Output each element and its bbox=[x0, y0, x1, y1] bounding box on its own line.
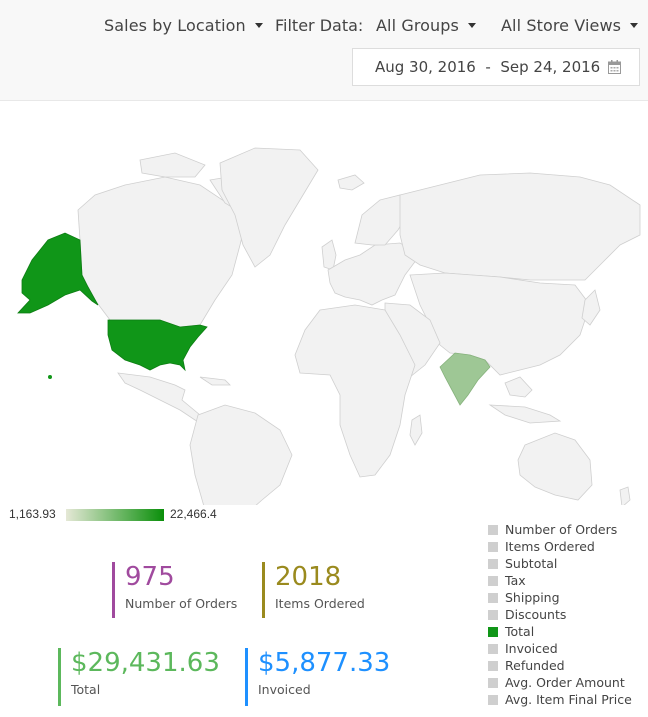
stat-invoiced: $5,877.33 Invoiced bbox=[245, 648, 390, 706]
legend-item[interactable]: Avg. Order Amount bbox=[488, 674, 632, 691]
country-russia[interactable] bbox=[399, 172, 641, 281]
calendar-icon bbox=[608, 60, 621, 78]
chevron-down-icon bbox=[630, 23, 639, 28]
legend-label: Subtotal bbox=[505, 556, 558, 571]
color-scale: 1,163.93 22,466.4 bbox=[0, 505, 240, 525]
legend-item[interactable]: Tax bbox=[488, 572, 632, 589]
legend-swatch bbox=[488, 610, 498, 620]
group-select-label: All Groups bbox=[376, 16, 459, 35]
country-india[interactable] bbox=[439, 352, 491, 406]
legend-item[interactable]: Number of Orders bbox=[488, 521, 632, 538]
legend-label: Invoiced bbox=[505, 641, 558, 656]
date-from: Aug 30, 2016 bbox=[375, 58, 476, 76]
legend-item[interactable]: Avg. Item Final Price bbox=[488, 691, 632, 708]
date-range-picker[interactable]: Aug 30, 2016 - Sep 24, 2016 bbox=[352, 48, 640, 86]
legend-swatch bbox=[488, 661, 498, 671]
country-united-states[interactable] bbox=[107, 319, 208, 372]
country-south-america[interactable] bbox=[189, 404, 293, 586]
country-japan bbox=[581, 289, 601, 326]
chevron-down-icon bbox=[254, 23, 263, 28]
legend-swatch bbox=[488, 695, 498, 705]
legend-label: Discounts bbox=[505, 607, 567, 622]
legend-swatch bbox=[488, 559, 498, 569]
stat-orders-label: Number of Orders bbox=[125, 596, 238, 611]
store-select[interactable]: All Store Views bbox=[501, 16, 639, 35]
legend-item[interactable]: Invoiced bbox=[488, 640, 632, 657]
stat-total-label: Total bbox=[71, 682, 101, 697]
country-arctic-islands bbox=[139, 152, 206, 178]
scale-min: 1,163.93 bbox=[9, 507, 56, 521]
toolbar: Sales by Location Filter Data: All Group… bbox=[0, 0, 648, 101]
stat-items-label: Items Ordered bbox=[275, 596, 365, 611]
legend-item[interactable]: Discounts bbox=[488, 606, 632, 623]
legend-swatch bbox=[488, 627, 498, 637]
date-to: Sep 24, 2016 bbox=[500, 58, 601, 76]
stat-total-value: $29,431.63 bbox=[71, 648, 220, 678]
date-separator: - bbox=[485, 58, 491, 76]
store-select-label: All Store Views bbox=[501, 16, 622, 35]
stat-orders-value: 975 bbox=[125, 562, 175, 592]
legend-swatch bbox=[488, 644, 498, 654]
stat-invoiced-value: $5,877.33 bbox=[258, 648, 391, 678]
legend-swatch bbox=[488, 576, 498, 586]
legend-label: Total bbox=[505, 624, 535, 639]
country-africa[interactable] bbox=[294, 304, 416, 478]
stat-items-value: 2018 bbox=[275, 562, 342, 592]
date-range-text: Aug 30, 2016 - Sep 24, 2016 bbox=[375, 58, 600, 76]
stat-orders: 975 Number of Orders bbox=[112, 562, 237, 618]
legend-item[interactable]: Refunded bbox=[488, 657, 632, 674]
country-canada[interactable] bbox=[77, 176, 246, 328]
legend-label: Avg. Item Final Price bbox=[505, 692, 632, 707]
group-select[interactable]: All Groups bbox=[376, 16, 476, 35]
chevron-down-icon bbox=[467, 23, 476, 28]
legend-label: Tax bbox=[505, 573, 526, 588]
country-uk bbox=[321, 239, 337, 271]
country-iceland bbox=[337, 174, 365, 191]
filter-label: Filter Data: bbox=[275, 16, 364, 35]
report-select-label: Sales by Location bbox=[104, 16, 246, 35]
legend-label: Avg. Order Amount bbox=[505, 675, 625, 690]
country-madagascar bbox=[409, 414, 423, 446]
legend-label: Refunded bbox=[505, 658, 565, 673]
country-indonesia bbox=[488, 404, 562, 424]
stat-items: 2018 Items Ordered bbox=[262, 562, 365, 618]
scale-gradient bbox=[66, 509, 164, 521]
geo-chart[interactable] bbox=[0, 115, 648, 586]
legend-item[interactable]: Total bbox=[488, 623, 632, 640]
country-se-asia bbox=[504, 376, 533, 398]
legend-swatch bbox=[488, 678, 498, 688]
stat-total: $29,431.63 Total bbox=[58, 648, 220, 706]
country-new-zealand bbox=[619, 486, 631, 508]
country-hawaii bbox=[48, 375, 52, 379]
legend-label: Items Ordered bbox=[505, 539, 595, 554]
legend-swatch bbox=[488, 542, 498, 552]
legend-item[interactable]: Shipping bbox=[488, 589, 632, 606]
country-australia[interactable] bbox=[517, 432, 593, 501]
country-cuba bbox=[199, 376, 231, 386]
stat-invoiced-label: Invoiced bbox=[258, 682, 311, 697]
country-mexico[interactable] bbox=[117, 372, 206, 426]
country-asia[interactable] bbox=[409, 272, 591, 376]
legend-label: Number of Orders bbox=[505, 522, 618, 537]
metric-legend: Number of Orders Items Ordered Subtotal Tax… bbox=[488, 521, 632, 708]
scale-max: 22,466.4 bbox=[170, 507, 217, 521]
legend-swatch bbox=[488, 525, 498, 535]
legend-item[interactable]: Subtotal bbox=[488, 555, 632, 572]
legend-item[interactable]: Items Ordered bbox=[488, 538, 632, 555]
legend-swatch bbox=[488, 593, 498, 603]
report-select[interactable]: Sales by Location bbox=[104, 16, 263, 35]
legend-label: Shipping bbox=[505, 590, 560, 605]
